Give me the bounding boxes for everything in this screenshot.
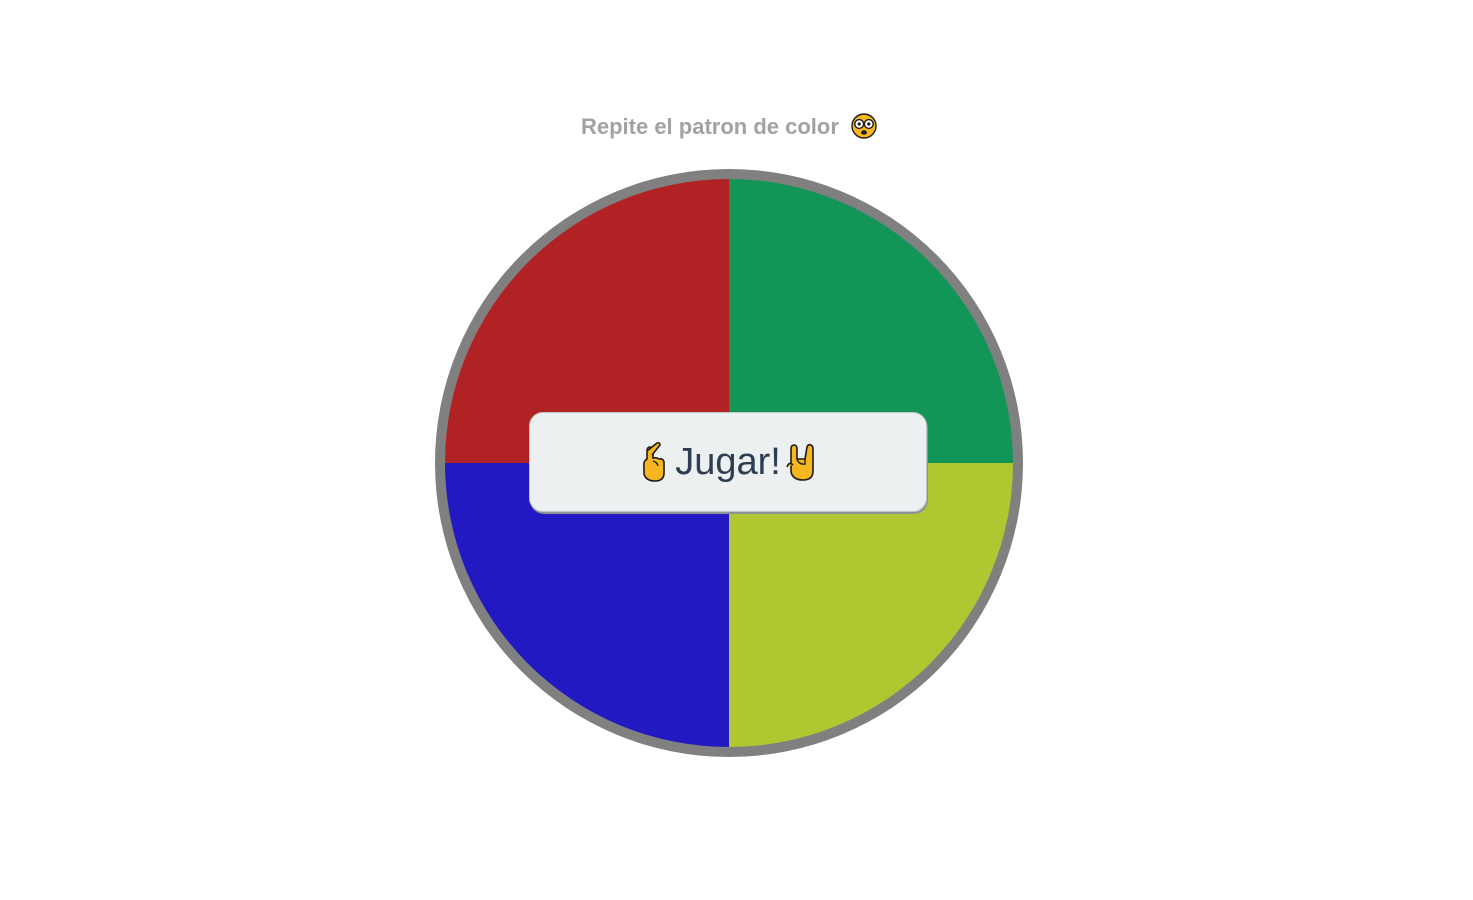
rock-on-hand-icon: [786, 443, 814, 481]
crossed-fingers-icon: [643, 441, 665, 482]
play-button[interactable]: Jugar!: [529, 412, 927, 512]
play-button-label: Jugar!: [675, 440, 781, 483]
title-text: Repite el patron de color: [580, 114, 839, 139]
face-with-glasses-icon: [851, 113, 877, 139]
game-title: Repite el patron de color: [0, 112, 1458, 142]
